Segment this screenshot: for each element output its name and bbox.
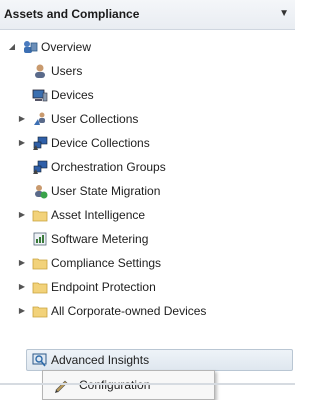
folder-icon — [32, 303, 48, 319]
folder-icon — [32, 255, 48, 271]
expand-collapse-icon[interactable]: ◢ — [7, 36, 17, 58]
tree-item-label: User State Migration — [51, 184, 161, 198]
tree-item-label: Advanced Insights — [51, 353, 150, 367]
folder-icon — [32, 279, 48, 295]
expand-icon[interactable]: ▶ — [17, 108, 27, 130]
expand-icon[interactable]: ▶ — [17, 276, 27, 298]
device-collections-icon — [32, 135, 48, 151]
folder-icon — [32, 207, 48, 223]
tree-item-label: Devices — [51, 88, 94, 102]
context-menu-item-label: Configuration — [79, 378, 151, 392]
tree-item-label: Compliance Settings — [51, 256, 162, 270]
user-collections-icon — [32, 111, 48, 127]
tree-item-label: Overview — [41, 40, 92, 54]
advanced-insights-icon — [32, 352, 48, 368]
pencil-icon — [53, 377, 69, 393]
overview-icon — [22, 39, 38, 55]
tree-item-label: All Corporate-owned Devices — [51, 304, 207, 318]
tree-item-label: Device Collections — [51, 136, 150, 150]
devices-icon — [32, 87, 48, 103]
tree-item-label: Asset Intelligence — [51, 208, 146, 222]
pane-title: Assets and Compliance — [4, 7, 140, 21]
expand-icon[interactable]: ▶ — [17, 252, 27, 274]
expand-icon[interactable]: ▶ — [17, 204, 27, 226]
pane-header: Assets and Compliance ▼ — [0, 0, 295, 30]
users-icon — [32, 63, 48, 79]
orchestration-groups-icon — [32, 159, 48, 175]
tree-item-label: Endpoint Protection — [51, 280, 156, 294]
expand-icon[interactable]: ▶ — [17, 132, 27, 154]
expand-icon[interactable]: ▶ — [17, 300, 27, 322]
software-metering-icon — [32, 231, 48, 247]
tree-item-label: Software Metering — [51, 232, 149, 246]
user-state-migration-icon — [32, 183, 48, 199]
context-menu: Configuration — [42, 370, 215, 400]
collapse-chevron-icon[interactable]: ▼ — [279, 8, 289, 19]
tree-item-label: Users — [51, 64, 83, 78]
tree-item-label: User Collections — [51, 112, 139, 126]
tree-item-label: Orchestration Groups — [51, 160, 166, 174]
